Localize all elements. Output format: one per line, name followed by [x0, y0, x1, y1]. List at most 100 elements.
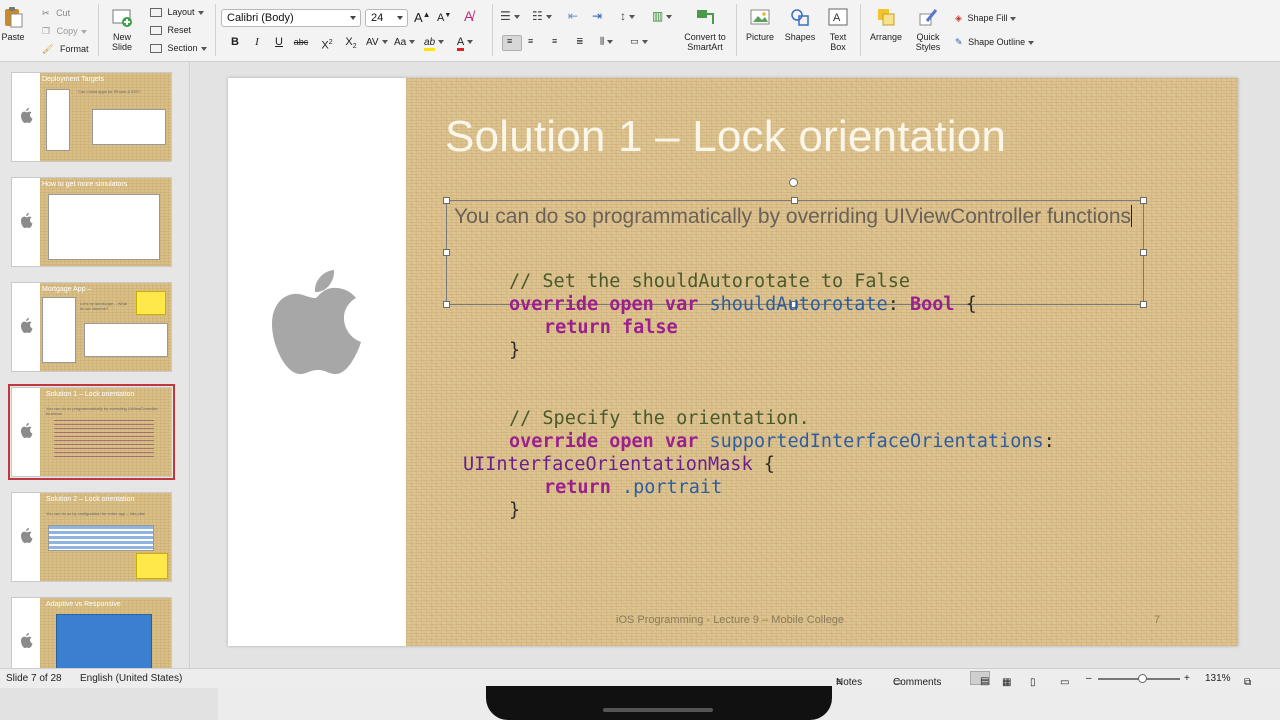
font-size-combo[interactable]: 24 — [365, 9, 408, 27]
apple-logo-icon — [21, 108, 33, 123]
paste-button[interactable]: Paste — [2, 6, 25, 42]
resize-handle-nw[interactable] — [443, 197, 450, 204]
zoom-out-button[interactable]: – — [1086, 673, 1092, 684]
slide-title[interactable]: Solution 1 – Lock orientation — [445, 112, 1006, 162]
grow-font-button[interactable]: A▲ — [414, 10, 431, 25]
slide-footer: iOS Programming - Lecture 9 – Mobile Col… — [616, 614, 845, 626]
font-color-icon: A — [456, 36, 465, 51]
bold-button[interactable]: B — [226, 34, 244, 51]
increase-indent-button[interactable]: ⇥ — [592, 9, 602, 23]
reset-label: Reset — [167, 25, 192, 35]
code-keyword: return — [544, 477, 611, 498]
subscript-button[interactable]: X2 — [342, 34, 360, 51]
code-brace: } — [509, 500, 521, 521]
up-arrow-icon: ▲ — [422, 10, 431, 19]
underline-button[interactable]: U — [270, 34, 288, 51]
resize-handle-sw[interactable] — [443, 301, 450, 308]
comments-label: Comments — [893, 677, 942, 688]
layout-label: Layout — [167, 7, 195, 17]
justify-button[interactable]: ≣ — [576, 36, 584, 47]
spacing-glyph: AV — [366, 37, 379, 48]
slide-thumbnail-9[interactable]: Adaptive vs Responsive — [11, 597, 172, 668]
rotation-handle[interactable] — [789, 178, 798, 187]
code-comment: // Specify the orientation. — [509, 408, 810, 429]
quick-styles-button[interactable]: Quick Styles — [910, 6, 946, 52]
align-left-button[interactable]: ≡ — [502, 35, 522, 51]
format-label: Format — [59, 44, 89, 54]
resize-handle-w[interactable] — [443, 249, 450, 256]
text-direction-button[interactable]: ⫼ — [600, 36, 614, 47]
layout-button[interactable]: Layout — [150, 7, 204, 18]
font-color-button[interactable]: A — [456, 34, 474, 51]
superscript-button[interactable]: X2 — [318, 34, 336, 52]
resize-handle-e[interactable] — [1140, 249, 1147, 256]
body-text[interactable]: You can do so programmatically by overri… — [454, 204, 1134, 230]
code-colon: : — [1043, 431, 1055, 452]
smartart-icon — [697, 10, 714, 24]
slide-thumbnail-8[interactable]: Solution 2 – Lock orientation You can do… — [11, 492, 172, 582]
slide-editing-canvas[interactable]: Solution 1 – Lock orientation You can do… — [191, 62, 1280, 668]
columns-button[interactable]: ▥ — [652, 9, 673, 23]
new-slide-icon — [112, 9, 132, 27]
apple-logo-icon — [21, 633, 33, 648]
arrange-label: Arrange — [869, 32, 903, 42]
slide-thumbnail-7-selected[interactable]: Solution 1 – Lock orientation You can do… — [8, 384, 175, 480]
shape-fill-button[interactable]: ◈ Shape Fill — [955, 13, 1017, 24]
line-spacing-button[interactable]: ↕ — [620, 9, 635, 23]
shrink-font-button[interactable]: A▼ — [437, 12, 451, 24]
change-case-button[interactable]: Aa — [394, 34, 416, 51]
shape-outline-button[interactable]: ✎ Shape Outline — [955, 37, 1035, 48]
arrange-button[interactable]: Arrange — [868, 6, 904, 42]
copy-button[interactable]: ❐ Copy — [42, 26, 87, 37]
reset-button[interactable]: Reset — [150, 25, 192, 36]
section-button[interactable]: Section — [150, 43, 207, 54]
strikethrough-button[interactable]: abc — [292, 34, 310, 51]
align-center-button[interactable]: ≡ — [528, 36, 533, 46]
strike-glyph: abc — [293, 37, 309, 47]
reset-icon — [150, 26, 162, 36]
svg-text:A: A — [833, 12, 841, 24]
resize-handle-n[interactable] — [791, 197, 798, 204]
convert-smartart-button[interactable]: Convert to SmartArt — [680, 6, 730, 52]
scissors-icon: ✂ — [42, 8, 50, 18]
thumbnail-sticky-note — [136, 553, 168, 579]
new-slide-button[interactable]: New Slide — [108, 6, 136, 52]
cut-button[interactable]: ✂ Cut — [42, 8, 70, 19]
bullets-button[interactable]: ☰ — [500, 9, 520, 23]
align-text-button[interactable]: ▭ — [630, 36, 648, 47]
decrease-indent-button[interactable]: ⇤ — [568, 9, 578, 23]
chevron-down-icon — [397, 16, 403, 20]
code-comment: // Set the shouldAutorotate to False — [509, 271, 910, 292]
slide-thumbnail-5[interactable]: Mortgage App – Let’s try landscape – Wha… — [11, 282, 172, 372]
language-indicator[interactable]: English (United States) — [80, 673, 182, 684]
highlight-button[interactable]: ab — [424, 34, 445, 51]
zoom-level[interactable]: 131% — [1205, 673, 1231, 684]
resize-handle-se[interactable] — [1140, 301, 1147, 308]
picture-button[interactable]: Picture — [744, 6, 776, 42]
resize-handle-ne[interactable] — [1140, 197, 1147, 204]
new-slide-label-1: New — [112, 32, 131, 42]
code-brace: { — [752, 454, 775, 475]
current-slide[interactable]: Solution 1 – Lock orientation You can do… — [228, 78, 1238, 646]
thumbnail-background: Mortgage App – Let’s try landscape – Wha… — [40, 283, 171, 371]
numbering-button[interactable]: ☷ — [532, 9, 552, 23]
character-spacing-button[interactable]: AV — [366, 34, 388, 51]
normal-view-button[interactable]: ▤ — [970, 671, 990, 687]
zoom-in-button[interactable]: + — [1184, 673, 1190, 684]
slide-thumbnail-panel[interactable]: Deployment Targets Can I build apps for … — [0, 62, 190, 668]
text-caret — [1131, 205, 1133, 227]
underline-glyph: U — [275, 36, 283, 48]
apple-logo-icon — [21, 318, 33, 333]
slide-thumbnail-3[interactable]: Deployment Targets Can I build apps for … — [11, 72, 172, 162]
italic-button[interactable]: I — [248, 34, 266, 51]
zoom-slider-handle[interactable] — [1138, 674, 1147, 683]
down-arrow-icon: ▼ — [444, 12, 452, 19]
slide-thumbnail-4[interactable]: How to get more simulators — [11, 177, 172, 267]
align-right-button[interactable]: ≡ — [552, 36, 557, 46]
format-painter-button[interactable]: 🖌 Format — [42, 44, 88, 55]
text-box-button[interactable]: A Text Box — [826, 6, 850, 52]
font-name-combo[interactable]: Calibri (Body) — [221, 9, 361, 27]
shapes-button[interactable]: Shapes — [784, 6, 816, 42]
clear-formatting-button[interactable]: A̸ — [464, 8, 473, 24]
text-box-label-2: Box — [830, 42, 846, 52]
